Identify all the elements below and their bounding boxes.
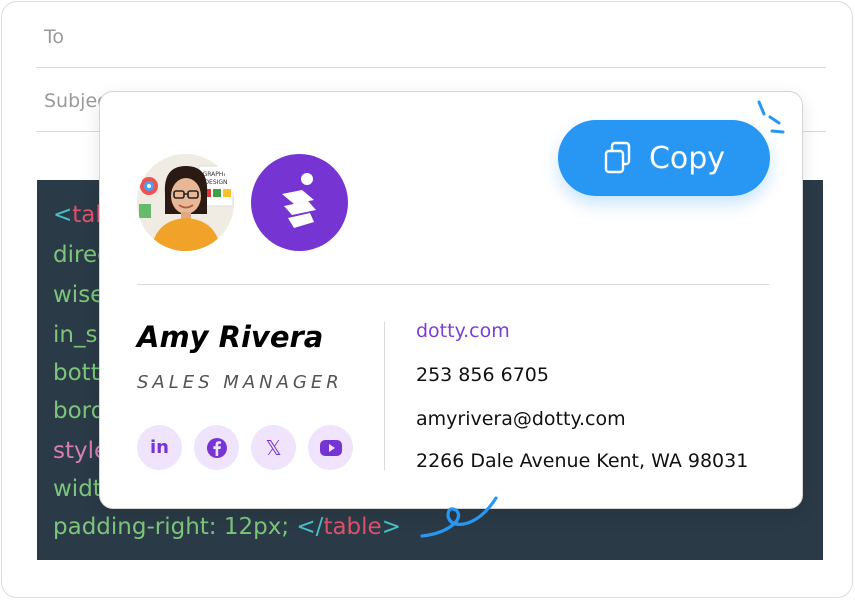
- youtube-icon: [319, 439, 342, 456]
- poster-text-1: GRAPHIC: [203, 171, 230, 178]
- email-address[interactable]: amyrivera@dotty.com: [416, 408, 626, 430]
- website-link[interactable]: dotty.com: [416, 320, 510, 342]
- squiggle-decoration-icon: [420, 496, 498, 538]
- to-label: To: [44, 26, 65, 48]
- linkedin-icon: in: [150, 437, 169, 458]
- company-logo: [251, 154, 348, 251]
- phone-number: 253 856 6705: [416, 364, 549, 386]
- avatar: GRAPHIC DESIGN: [137, 154, 234, 251]
- x-icon: 𝕏: [265, 435, 282, 460]
- social-links: in 𝕏: [137, 425, 353, 470]
- copy-icon: [604, 141, 631, 174]
- signature-divider-vertical: [384, 322, 385, 470]
- email-signature-card: GRAPHIC DESIGN Copy Amy Rivera SALES MAN…: [99, 91, 803, 509]
- postal-address: 2266 Dale Avenue Kent, WA 98031: [416, 450, 749, 472]
- facebook-icon: [206, 437, 227, 458]
- signature-title: SALES MANAGER: [137, 372, 343, 393]
- dotty-logo-icon: [281, 172, 316, 228]
- facebook-button[interactable]: [194, 425, 239, 470]
- sparkle-decoration-icon: [757, 100, 785, 134]
- to-field[interactable]: To: [36, 4, 826, 68]
- signature-divider-horizontal: [137, 284, 769, 285]
- youtube-button[interactable]: [308, 425, 353, 470]
- copy-button[interactable]: Copy: [558, 120, 770, 196]
- copy-button-label: Copy: [648, 140, 726, 176]
- linkedin-button[interactable]: in: [137, 425, 182, 470]
- x-button[interactable]: 𝕏: [251, 425, 296, 470]
- poster-text-2: DESIGN: [204, 179, 227, 186]
- signature-name: Amy Rivera: [137, 320, 324, 354]
- avatar-photo: GRAPHIC DESIGN: [137, 154, 234, 251]
- code-line-9: padding-right: 12px; </table>: [53, 514, 401, 540]
